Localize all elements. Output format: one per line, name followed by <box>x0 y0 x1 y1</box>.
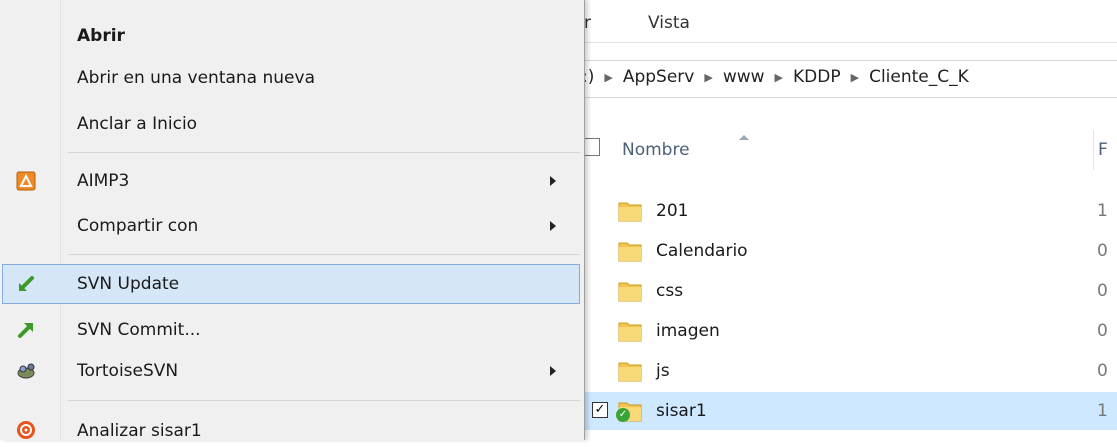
menu-item-label: Anclar a Inicio <box>77 114 198 134</box>
file-name: sisar1 <box>656 401 707 421</box>
breadcrumb-kddp[interactable]: KDDP <box>793 67 841 87</box>
file-date-partial: 1 <box>1097 401 1108 421</box>
menu-item-svn-update[interactable]: SVN Update <box>2 264 580 304</box>
breadcrumb: :) ▶ AppServ ▶ www ▶ KDDP ▶ Cliente_C_K <box>582 67 975 87</box>
menu-item-abrir[interactable]: Abrir <box>2 17 580 55</box>
file-list: Nombre F 201 1 Calendario 0 css 0 imagen… <box>578 120 1117 440</box>
menu-item-analizar[interactable]: Analizar sisar1 <box>2 409 580 447</box>
file-row-imagen[interactable]: imagen 0 <box>578 312 1117 350</box>
file-name: 201 <box>656 201 689 221</box>
chevron-right-icon[interactable]: ▶ <box>604 71 612 84</box>
column-divider[interactable] <box>1093 130 1094 170</box>
svn-commit-icon <box>18 323 33 338</box>
menu-item-label: SVN Commit... <box>77 320 201 340</box>
menu-separator <box>68 400 580 401</box>
menu-separator <box>68 152 580 153</box>
menu-item-label: Abrir en una ventana nueva <box>77 68 315 88</box>
folder-icon <box>618 282 642 302</box>
aimp-icon <box>16 171 36 191</box>
context-menu: Abrir Abrir en una ventana nueva Anclar … <box>0 0 585 441</box>
chevron-right-icon[interactable]: ▶ <box>704 71 712 84</box>
file-date-partial: 0 <box>1097 241 1108 261</box>
file-row-js[interactable]: js 0 <box>578 352 1117 390</box>
row-checkbox[interactable]: ✓ <box>592 402 608 418</box>
svn-update-icon <box>19 276 34 291</box>
menu-item-label: SVN Update <box>77 274 180 294</box>
menu-item-label: Compartir con <box>77 216 199 236</box>
scan-icon <box>17 421 35 439</box>
file-name: Calendario <box>656 241 748 261</box>
menu-item-svn-commit[interactable]: SVN Commit... <box>2 311 580 349</box>
tortoisesvn-icon <box>17 363 35 379</box>
chevron-right-icon[interactable]: ▶ <box>851 71 859 84</box>
sort-ascending-icon <box>739 135 749 140</box>
column-header-nombre[interactable]: Nombre <box>622 140 690 160</box>
address-bar[interactable]: :) ▶ AppServ ▶ www ▶ KDDP ▶ Cliente_C_K <box>578 60 1117 98</box>
select-all-checkbox[interactable] <box>585 138 600 156</box>
file-date-partial: 0 <box>1097 321 1108 341</box>
menu-item-label: Abrir <box>77 26 125 46</box>
file-row-css[interactable]: css 0 <box>578 272 1117 310</box>
menu-item-aimp3[interactable]: AIMP3 <box>2 162 580 200</box>
file-name: imagen <box>656 321 720 341</box>
submenu-arrow-icon <box>550 221 556 231</box>
file-date-partial: 0 <box>1097 361 1108 381</box>
file-row-calendario[interactable]: Calendario 0 <box>578 232 1117 270</box>
submenu-arrow-icon <box>550 366 556 376</box>
menu-item-label: TortoiseSVN <box>77 361 179 381</box>
menu-item-tortoisesvn[interactable]: TortoiseSVN <box>2 352 580 390</box>
menu-separator <box>68 254 580 255</box>
file-name: css <box>656 281 684 301</box>
menu-item-label: Analizar sisar1 <box>77 421 202 441</box>
file-date-partial: 0 <box>1097 281 1108 301</box>
breadcrumb-appserv[interactable]: AppServ <box>623 67 695 87</box>
tab-vista[interactable]: Vista <box>648 13 690 33</box>
menu-item-label: AIMP3 <box>77 171 130 191</box>
ribbon-tab-partial[interactable]: r <box>584 13 591 33</box>
menu-item-abrir-nueva-ventana[interactable]: Abrir en una ventana nueva <box>2 59 580 97</box>
menu-item-anclar-inicio[interactable]: Anclar a Inicio <box>2 105 580 143</box>
column-header-partial[interactable]: F <box>1098 140 1108 160</box>
file-name: js <box>656 361 670 381</box>
breadcrumb-cliente[interactable]: Cliente_C_K <box>869 67 969 87</box>
folder-icon <box>618 242 642 262</box>
folder-icon <box>618 202 642 222</box>
menu-item-compartir-con[interactable]: Compartir con <box>2 207 580 245</box>
file-row-201[interactable]: 201 1 <box>578 192 1117 230</box>
chevron-right-icon[interactable]: ▶ <box>775 71 783 84</box>
svn-normal-overlay-icon: ✓ <box>616 408 630 422</box>
file-date-partial: 1 <box>1097 201 1108 221</box>
folder-icon <box>618 322 642 342</box>
submenu-arrow-icon <box>550 176 556 186</box>
column-headers: Nombre F <box>578 120 1117 170</box>
folder-icon <box>618 362 642 382</box>
breadcrumb-www[interactable]: www <box>723 67 765 87</box>
file-row-sisar1[interactable]: ✓ ✓ sisar1 1 <box>578 392 1117 430</box>
